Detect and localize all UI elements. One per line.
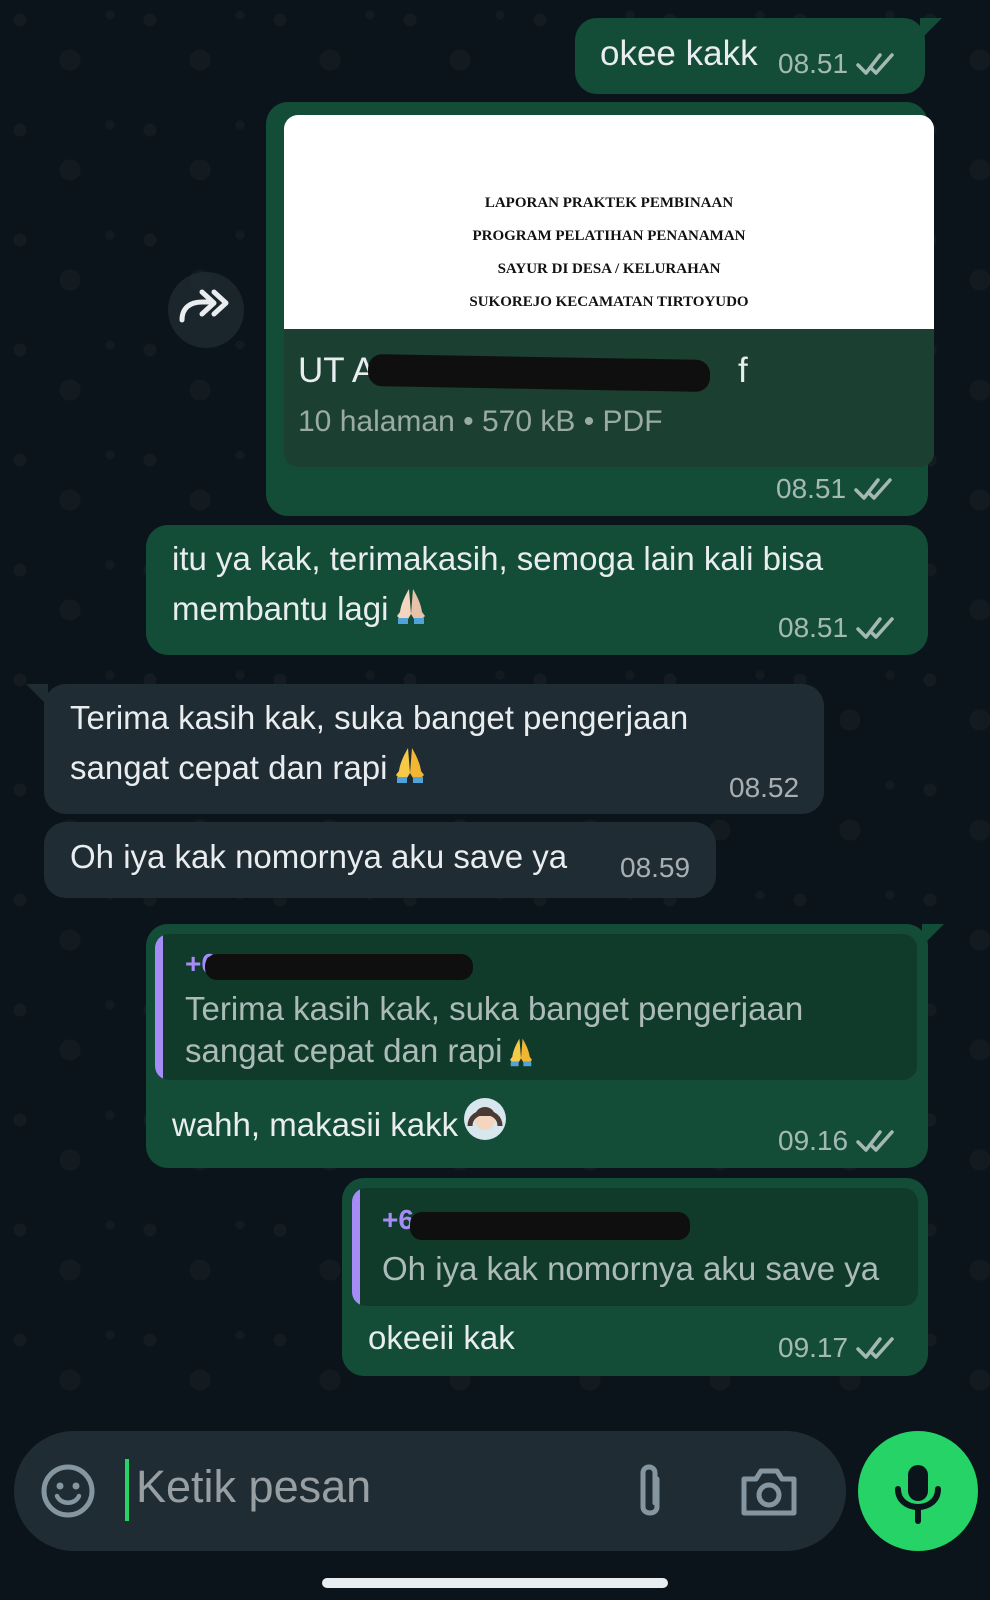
double-check-icon [854, 478, 892, 500]
attach-button[interactable] [619, 1457, 681, 1525]
message-time: 08.51 [778, 612, 849, 643]
message-input[interactable]: Ketik pesan [136, 1461, 371, 1513]
message-meta: 09.16 [778, 1125, 900, 1157]
message-text-span: sangat cepat dan rapi [70, 749, 388, 786]
message-text: okee kakk [600, 34, 758, 73]
document-preview-line: PROGRAM PELATIHAN PENANAMAN [472, 228, 746, 244]
document-name-end: f [738, 351, 748, 390]
forward-button[interactable] [168, 272, 244, 348]
quoted-text: Oh iya kak nomornya aku save ya [382, 1250, 880, 1287]
message-meta: 08.51 [778, 48, 900, 80]
bubble-tail [26, 684, 48, 706]
double-check-icon [856, 1337, 894, 1359]
quote-accent-bar [352, 1188, 360, 1306]
document-name: UT A f [298, 351, 748, 391]
message-meta: 08.51 [778, 612, 900, 644]
document-preview-line: SAYUR DI DESA / KELURAHAN [497, 261, 721, 277]
document-preview-line: LAPORAN PRAKTEK PEMBINAAN [484, 195, 734, 211]
quoted-message[interactable]: +6 Oh iya kak nomornya aku save ya [352, 1188, 918, 1306]
quoted-message[interactable]: +6 Terima kasih kak, suka banget pengerj… [155, 934, 917, 1080]
message-text-line: sangat cepat dan rapi [70, 742, 429, 793]
folded-hands-emoji-icon [510, 1038, 533, 1067]
woman-gesturing-ok-emoji-icon [464, 1098, 507, 1140]
message-text-line: Terima kasih kak, suka banget pengerjaan [70, 699, 689, 736]
message-meta: 09.17 [778, 1332, 900, 1364]
message-text: wahh, makasii kakk [172, 1096, 508, 1150]
message-time: 08.59 [620, 852, 691, 883]
paperclip-icon [640, 1464, 660, 1516]
message-input-bar[interactable]: Ketik pesan [14, 1431, 846, 1551]
quoted-text-span: sangat cepat dan rapi [185, 1032, 503, 1069]
message-meta: 08.59 [620, 852, 690, 884]
message-time: 09.17 [778, 1332, 849, 1363]
folded-hands-emoji-icon [397, 589, 426, 624]
document-name-start: UT A [298, 351, 376, 390]
document-preview[interactable]: LAPORAN PRAKTEK PEMBINAAN PROGRAM PELATI… [284, 115, 934, 329]
forward-icon [179, 289, 229, 323]
bubble-tail [920, 18, 942, 40]
quoted-text-line: sangat cepat dan rapi [185, 1030, 536, 1072]
double-check-icon [856, 1130, 894, 1152]
redaction-mark [410, 1212, 690, 1240]
folded-hands-emoji-icon [396, 748, 425, 783]
redaction-mark [205, 954, 473, 980]
message-time: 09.16 [778, 1125, 849, 1156]
message-text-line: membantu lagi [172, 583, 430, 634]
quoted-author: +6 [382, 1204, 414, 1235]
text-cursor [125, 1459, 129, 1521]
home-gesture-bar[interactable] [322, 1578, 668, 1588]
message-text: Oh iya kak nomornya aku save ya [70, 838, 568, 875]
message-text-span: wahh, makasii kakk [172, 1106, 459, 1143]
message-text-span: membantu lagi [172, 590, 389, 627]
quote-accent-bar [155, 934, 163, 1080]
chat-background: okee kakk 08.51 LAPORAN PRAKTEK PEMBINAA… [0, 0, 990, 1420]
redaction-mark [367, 354, 711, 392]
double-check-icon [856, 53, 894, 75]
voice-message-button[interactable] [858, 1431, 978, 1551]
bubble-tail [922, 924, 944, 946]
document-preview-line: SUKOREJO KECAMATAN TIRTOYUDO [469, 294, 749, 310]
message-time: 08.52 [729, 772, 800, 803]
camera-button[interactable] [736, 1459, 802, 1523]
message-text-line: itu ya kak, terimakasih, semoga lain kal… [172, 540, 824, 577]
camera-icon [741, 1468, 797, 1516]
message-time: 08.51 [778, 48, 849, 79]
double-check-icon [856, 617, 894, 639]
message-meta: 08.52 [729, 772, 799, 804]
quoted-text-line: Terima kasih kak, suka banget pengerjaan [185, 990, 804, 1027]
emoji-icon [41, 1464, 95, 1518]
emoji-button[interactable] [36, 1459, 100, 1523]
message-meta: 08.51 [776, 473, 898, 505]
document-info[interactable]: UT A f 10 halaman • 570 kB • PDF [284, 329, 934, 467]
microphone-icon [895, 1465, 941, 1524]
document-details: 10 halaman • 570 kB • PDF [298, 405, 663, 438]
message-time: 08.51 [776, 473, 847, 504]
message-text: okeeii kak [368, 1319, 515, 1356]
